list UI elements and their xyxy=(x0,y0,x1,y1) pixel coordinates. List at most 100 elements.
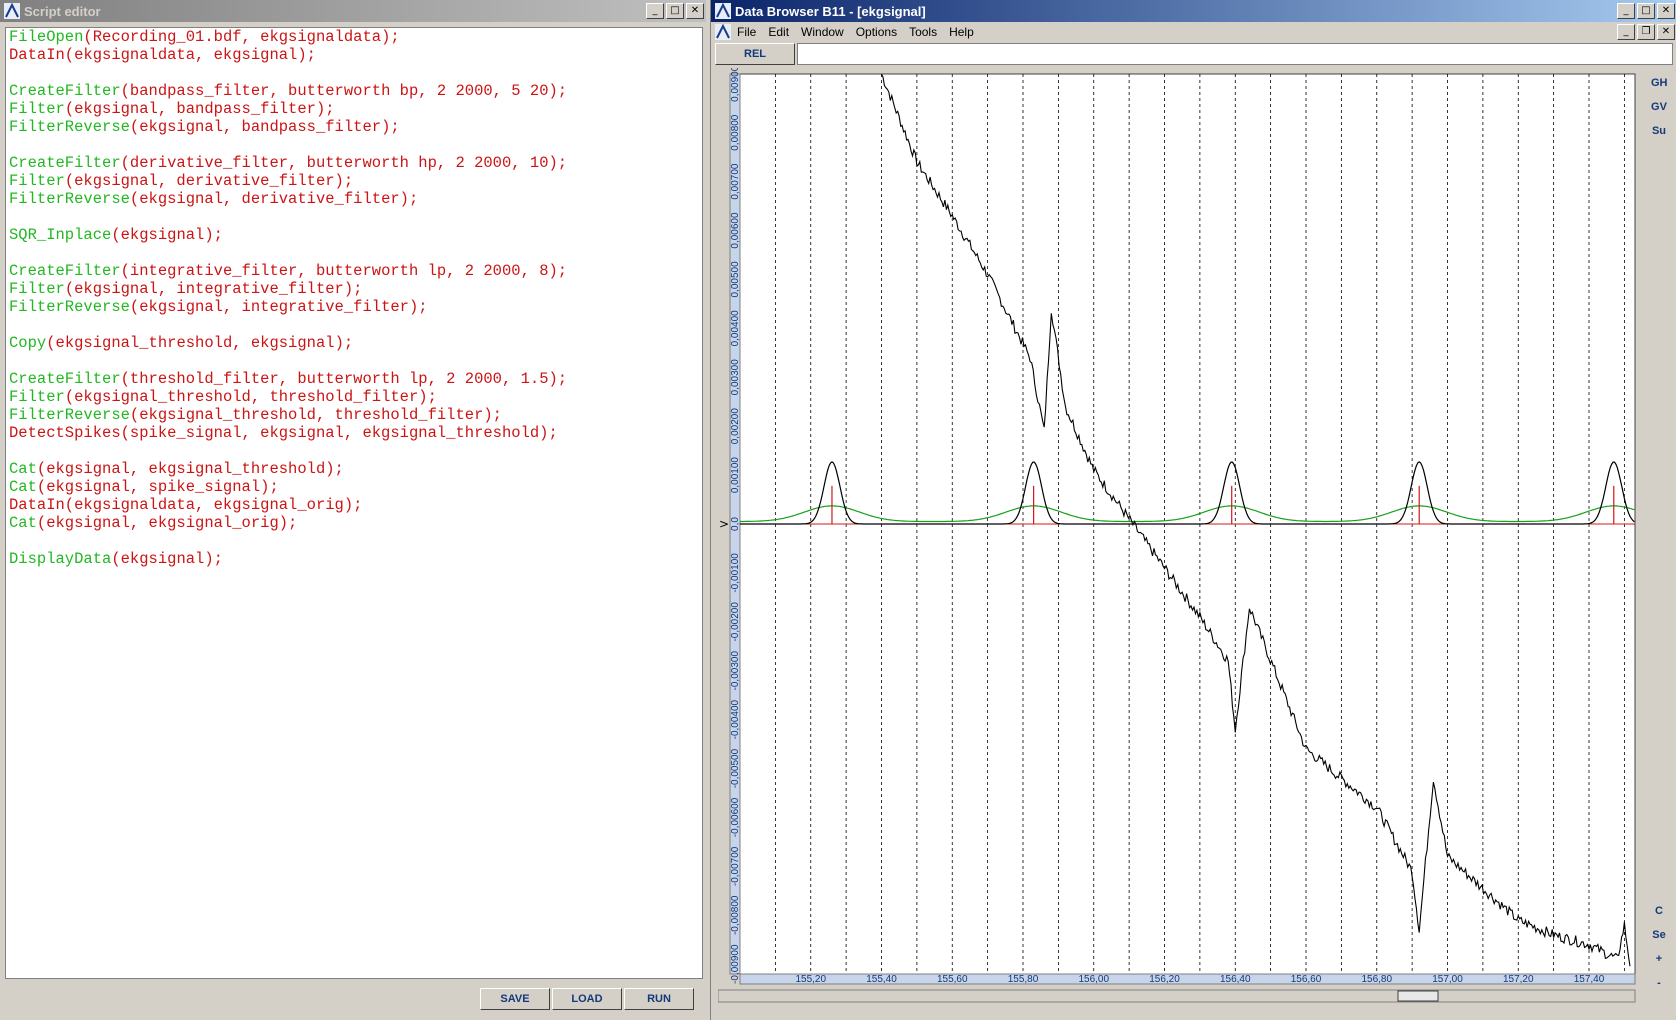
zoom-out-button[interactable]: - xyxy=(1651,972,1667,994)
menu-help[interactable]: Help xyxy=(949,25,974,39)
code-line: Filter(ekgsignal, derivative_filter); xyxy=(6,172,702,190)
minimize-icon[interactable]: _ xyxy=(646,3,664,19)
code-token: CreateFilter xyxy=(9,262,121,280)
y-tick-label: -0,00200 xyxy=(730,602,741,642)
window-title: Script editor xyxy=(24,3,101,19)
code-token: (ekgsignal, bandpass_filter); xyxy=(129,118,400,136)
code-token: (Recording_01.bdf, ekgsignaldata); xyxy=(83,28,400,46)
y-tick-label: 0,00900 xyxy=(730,68,741,102)
code-token: Cat xyxy=(9,478,37,496)
y-tick-label: 0,00500 xyxy=(730,261,741,298)
save-button[interactable]: SAVE xyxy=(480,988,550,1010)
x-tick-label: 157,40 xyxy=(1574,974,1605,985)
code-token: (ekgsignal, derivative_filter); xyxy=(129,190,419,208)
x-tick-label: 156,20 xyxy=(1149,974,1180,985)
plot-area[interactable]: 155,20 155,40 155,60 155,80 156,00 156,20 156,… xyxy=(718,68,1661,1010)
code-token: Filter xyxy=(9,280,65,298)
code-token: (ekgsignal, bandpass_filter); xyxy=(64,100,335,118)
x-tick-label: 156,60 xyxy=(1291,974,1322,985)
code-line: DataIn(ekgsignaldata, ekgsignal); xyxy=(6,46,702,64)
side-button-c[interactable]: C xyxy=(1651,900,1667,922)
y-tick-label: 0,00300 xyxy=(730,359,741,396)
code-line: Filter(ekgsignal, bandpass_filter); xyxy=(6,100,702,118)
y-tick-label: -0,00400 xyxy=(730,699,741,739)
code-line: FilterReverse(ekgsignal_threshold, thres… xyxy=(6,406,702,424)
x-tick-label: 157,00 xyxy=(1432,974,1463,985)
code-token: SQR_Inplace xyxy=(9,226,112,244)
script-text-area[interactable]: FileOpen(Recording_01.bdf, ekgsignaldata… xyxy=(5,27,703,979)
side-button-gh[interactable]: GH xyxy=(1651,72,1668,94)
ekg-chart[interactable]: 155,20 155,40 155,60 155,80 156,00 156,20 156,… xyxy=(718,68,1661,1010)
menu-tools[interactable]: Tools xyxy=(909,25,937,39)
code-token: (ekgsignal, integrative_filter); xyxy=(129,298,428,316)
side-button-se[interactable]: Se xyxy=(1651,924,1667,946)
rel-button[interactable]: REL xyxy=(715,43,795,65)
app-icon xyxy=(715,24,731,40)
menu-options[interactable]: Options xyxy=(856,25,897,39)
data-browser-titlebar[interactable]: Data Browser B11 - [ekgsignal] _ □ ✕ xyxy=(711,0,1676,22)
maximize-icon[interactable]: □ xyxy=(1637,3,1655,19)
code-token: FileOpen xyxy=(9,28,84,46)
zoom-in-button[interactable]: + xyxy=(1651,948,1667,970)
code-token: (derivative_filter, butterworth hp, 2 20… xyxy=(120,154,568,172)
x-tick-label: 156,00 xyxy=(1078,974,1109,985)
code-line: FilterReverse(ekgsignal, bandpass_filter… xyxy=(6,118,702,136)
y-tick-label: 0,00600 xyxy=(730,212,741,249)
horizontal-scrollbar[interactable] xyxy=(718,989,1636,1003)
code-line: FilterReverse(ekgsignal, derivative_filt… xyxy=(6,190,702,208)
code-line: CreateFilter(threshold_filter, butterwor… xyxy=(6,370,702,388)
code-token: DataIn(ekgsignaldata, ekgsignal); xyxy=(9,46,316,64)
code-token: FilterReverse xyxy=(9,118,130,136)
y-tick-label: -0,00500 xyxy=(730,748,741,788)
code-token: FilterReverse xyxy=(9,406,130,424)
code-token: Copy xyxy=(9,334,47,352)
y-tick-label: -0,00300 xyxy=(730,651,741,691)
doc-close-icon[interactable]: ✕ xyxy=(1657,24,1675,40)
code-token: CreateFilter xyxy=(9,154,121,172)
close-icon[interactable]: ✕ xyxy=(1657,3,1675,19)
run-button[interactable]: RUN xyxy=(624,988,694,1010)
code-token: (ekgsignal, derivative_filter); xyxy=(64,172,354,190)
scrollbar-thumb[interactable] xyxy=(1397,990,1439,1002)
y-tick-label: -0,00600 xyxy=(730,797,741,837)
code-line: Filter(ekgsignal, integrative_filter); xyxy=(6,280,702,298)
code-token: CreateFilter xyxy=(9,370,121,388)
code-line: FileOpen(Recording_01.bdf, ekgsignaldata… xyxy=(6,28,702,46)
x-tick-label: 155,60 xyxy=(937,974,968,985)
close-icon[interactable]: ✕ xyxy=(686,3,704,19)
side-button-su[interactable]: Su xyxy=(1651,120,1667,142)
y-tick-label: -0,00900 xyxy=(730,944,741,984)
side-button-gv[interactable]: GV xyxy=(1651,96,1667,118)
doc-restore-icon[interactable]: ❐ xyxy=(1637,24,1655,40)
menu-file[interactable]: File xyxy=(737,25,756,39)
y-tick-label: 0,00700 xyxy=(730,163,741,200)
code-line: DetectSpikes(spike_signal, ekgsignal, ek… xyxy=(6,424,702,442)
menu-edit[interactable]: Edit xyxy=(768,25,789,39)
doc-minimize-icon[interactable]: _ xyxy=(1617,24,1635,40)
code-line: Cat(ekgsignal, ekgsignal_orig); xyxy=(6,514,702,532)
x-tick-label: 155,80 xyxy=(1008,974,1039,985)
load-button[interactable]: LOAD xyxy=(552,988,622,1010)
minimize-icon[interactable]: _ xyxy=(1617,3,1635,19)
code-token: DataIn(ekgsignaldata, ekgsignal_orig); xyxy=(9,496,363,514)
code-token: Cat xyxy=(9,460,37,478)
y-tick-label: 0,00800 xyxy=(730,114,741,151)
code-token: Filter xyxy=(9,388,65,406)
y-tick-label: 0,0 xyxy=(730,517,741,531)
code-token: Filter xyxy=(9,100,65,118)
y-tick-label: 0,00100 xyxy=(730,457,741,494)
script-editor-titlebar[interactable]: Script editor _ □ ✕ xyxy=(0,0,706,22)
menu-window[interactable]: Window xyxy=(801,25,844,39)
command-input[interactable] xyxy=(797,43,1673,65)
maximize-icon[interactable]: □ xyxy=(666,3,684,19)
code-token: (ekgsignal); xyxy=(111,550,223,568)
y-tick-label: 0,00400 xyxy=(730,310,741,347)
menu-bar: File Edit Window Options Tools Help _ ❐ … xyxy=(711,22,1676,42)
code-token: (ekgsignal, ekgsignal_orig); xyxy=(36,514,298,532)
code-token: (bandpass_filter, butterworth bp, 2 2000… xyxy=(120,82,568,100)
